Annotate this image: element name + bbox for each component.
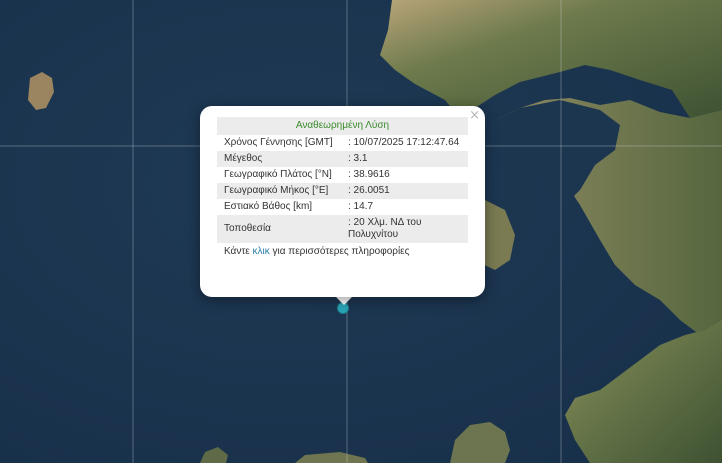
info-row-origin-time: Χρόνος Γέννησης [GMT] : 10/07/2025 17:12…: [217, 135, 468, 151]
info-row-magnitude: Μέγεθος : 3.1: [217, 151, 468, 167]
close-icon[interactable]: ×: [469, 108, 480, 124]
info-label: Γεωγραφικό Μήκος [°E]: [217, 183, 341, 199]
info-label: Γεωγραφικό Πλάτος [°N]: [224, 169, 332, 180]
earthquake-info-table: Αναθεωρημένη Λύση Χρόνος Γέννησης [GMT] …: [217, 117, 468, 243]
info-row-location: Τοποθεσία : 20 Χλμ. ΝΔ του Πολυχνίτου: [217, 215, 468, 243]
info-value: : 3.1: [341, 151, 468, 167]
popup-tip: [335, 296, 353, 305]
info-value: : 26.0051: [341, 183, 468, 199]
more-info-text: Κάντε κλικ για περισσότερες πληροφορίες: [217, 243, 469, 257]
info-label: Εστιακό Βάθος [km]: [224, 201, 313, 212]
info-value: : 38.9616: [348, 169, 390, 180]
info-label: Χρόνος Γέννησης [GMT]: [224, 137, 333, 148]
info-row-longitude: Γεωγραφικό Μήκος [°E] : 26.0051: [217, 183, 468, 199]
more-info-suffix: για περισσότερες πληροφορίες: [269, 246, 410, 257]
info-value: : 10/07/2025 17:12:47.64: [348, 137, 460, 148]
more-info-prefix: Κάντε: [224, 246, 253, 257]
earthquake-popup: × Αναθεωρημένη Λύση Χρόνος Γέννησης [GMT…: [200, 106, 485, 297]
info-value: : 14.7: [348, 201, 374, 212]
info-row-depth: Εστιακό Βάθος [km] : 14.7: [217, 199, 468, 215]
popup-title: Αναθεωρημένη Λύση: [217, 117, 468, 135]
info-value: : 20 Χλμ. ΝΔ του Πολυχνίτου: [341, 215, 468, 243]
info-label: Τοποθεσία: [217, 215, 341, 243]
info-row-latitude: Γεωγραφικό Πλάτος [°N] : 38.9616: [217, 167, 468, 183]
more-info-link[interactable]: κλικ: [253, 246, 270, 257]
info-label: Μέγεθος: [217, 151, 341, 167]
